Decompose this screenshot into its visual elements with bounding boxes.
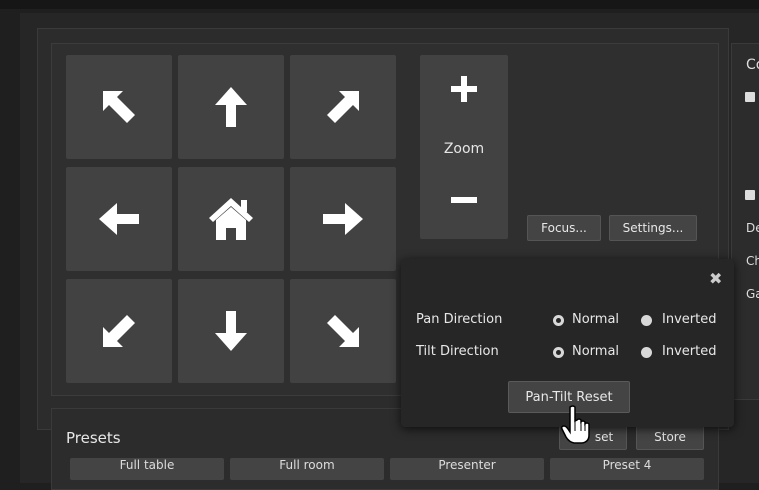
side-label-3: Ch: [746, 254, 759, 268]
side-label-2: De: [746, 221, 759, 235]
pan-left-button[interactable]: [66, 167, 172, 271]
tilt-normal-label: Normal: [572, 344, 620, 359]
tilt-inverted-radio[interactable]: [641, 347, 652, 358]
hand-cursor-icon: [561, 405, 590, 444]
pan-up-left-button[interactable]: [66, 55, 172, 159]
minus-icon: [451, 197, 477, 203]
home-button[interactable]: [178, 167, 284, 271]
side-checkbox-1[interactable]: [745, 92, 755, 102]
pan-inverted-radio[interactable]: [641, 315, 652, 326]
close-icon[interactable]: ✖: [709, 269, 722, 288]
side-panel-title: Co: [746, 57, 759, 73]
pan-direction-label: Pan Direction: [416, 312, 503, 327]
pan-normal-radio[interactable]: [553, 315, 564, 326]
zoom-in-button[interactable]: [420, 69, 508, 109]
zoom-out-button[interactable]: [420, 183, 508, 217]
zoom-control: Zoom: [420, 55, 508, 239]
zoom-label: Zoom: [443, 141, 485, 157]
settings-button[interactable]: Settings...: [609, 215, 697, 241]
pan-normal-label: Normal: [572, 312, 620, 327]
preset-button-3[interactable]: Presenter: [390, 458, 544, 480]
tilt-down-button[interactable]: [178, 279, 284, 383]
arrow-down-left-icon: [103, 315, 135, 347]
preset-button-1[interactable]: Full table: [70, 458, 224, 480]
plus-icon: [451, 76, 477, 102]
arrow-up-icon: [215, 87, 247, 127]
side-checkbox-2[interactable]: [745, 190, 755, 200]
pan-inverted-label: Inverted: [662, 312, 717, 327]
tilt-inverted-label: Inverted: [662, 344, 717, 359]
arrow-right-icon: [323, 203, 363, 235]
tilt-direction-label: Tilt Direction: [416, 344, 499, 359]
arrow-up-left-icon: [103, 91, 135, 123]
pan-down-right-button[interactable]: [290, 279, 396, 383]
home-icon: [209, 198, 253, 240]
tilt-up-button[interactable]: [178, 55, 284, 159]
pan-up-right-button[interactable]: [290, 55, 396, 159]
arrow-down-icon: [215, 311, 247, 351]
preset-button-2[interactable]: Full room: [230, 458, 384, 480]
pan-down-left-button[interactable]: [66, 279, 172, 383]
focus-button[interactable]: Focus...: [527, 215, 601, 241]
side-label-4: Ga: [746, 287, 759, 301]
preset-button-4[interactable]: Preset 4: [550, 458, 704, 480]
arrow-down-right-icon: [327, 315, 359, 347]
presets-title: Presets: [66, 429, 121, 447]
arrow-left-icon: [99, 203, 139, 235]
arrow-up-right-icon: [327, 91, 359, 123]
top-bar: [0, 0, 759, 9]
tilt-normal-radio[interactable]: [553, 347, 564, 358]
preset-store-button[interactable]: Store: [636, 424, 704, 450]
pan-right-button[interactable]: [290, 167, 396, 271]
